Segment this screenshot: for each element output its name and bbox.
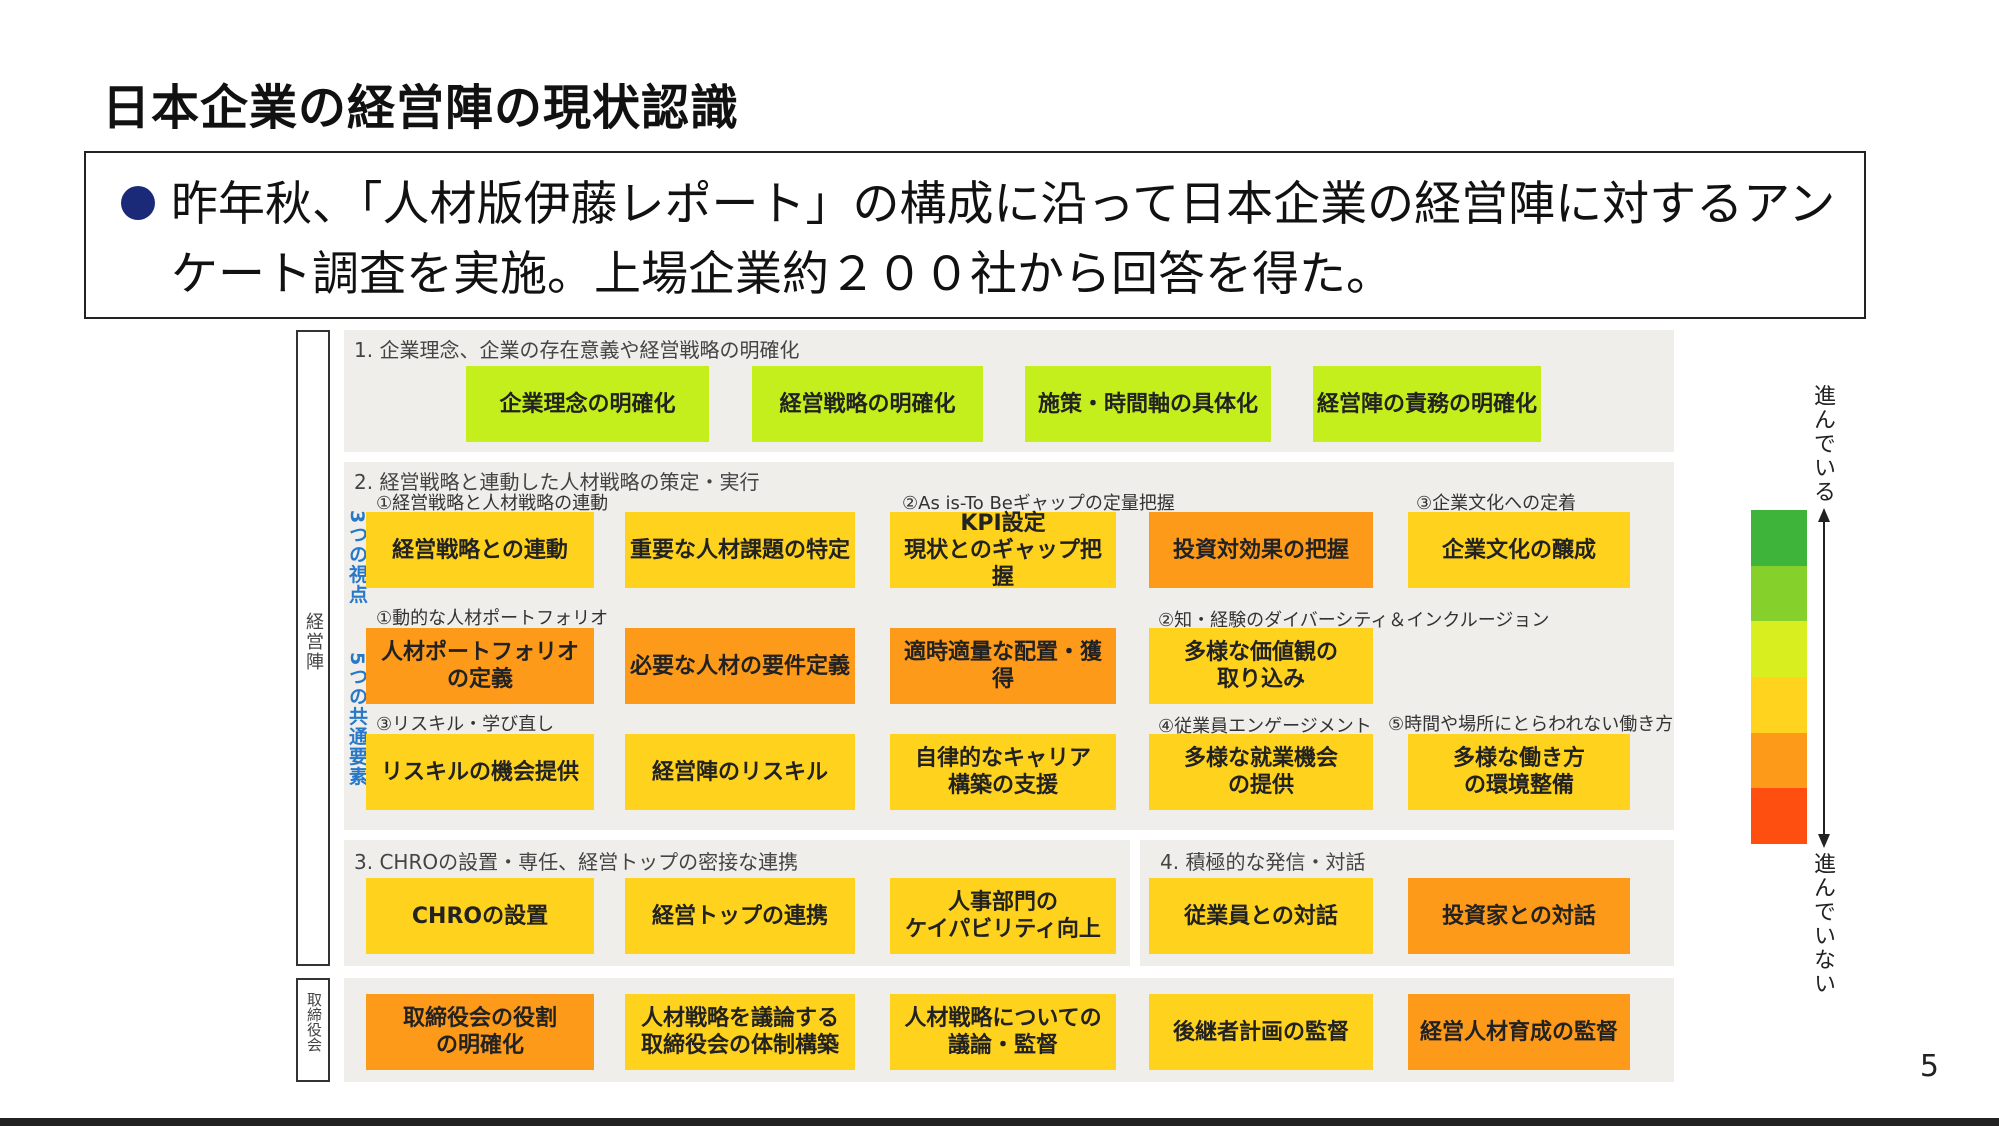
legend-segment xyxy=(1751,621,1807,678)
box-succession-oversight: 後継者計画の監督 xyxy=(1149,994,1373,1070)
box-career-support: 自律的なキャリア 構築の支援 xyxy=(890,734,1116,810)
box-chro: CHROの設置 xyxy=(366,878,594,954)
element1-label: ①動的な人材ポートフォリオ xyxy=(376,608,609,629)
legend-double-arrow xyxy=(1818,508,1830,848)
box-strategy-oversight: 人材戦略についての 議論・監督 xyxy=(890,994,1116,1070)
box-roi: 投資対効果の把握 xyxy=(1149,512,1373,588)
box-corporate-culture: 企業文化の醸成 xyxy=(1408,512,1630,588)
management-label: 経営陣 xyxy=(303,612,324,672)
box-management-strategy: 経営戦略の明確化 xyxy=(752,366,983,442)
bullet-icon xyxy=(121,186,155,220)
legend-segment xyxy=(1751,732,1807,789)
section4-heading: 4. 積極的な発信・対話 xyxy=(1160,850,1366,874)
legend-bottom-label: 進んでいない xyxy=(1810,852,1835,996)
section3-heading: 3. CHROの設置・専任、経営トップの密接な連携 xyxy=(354,850,799,874)
box-board-role: 取締役会の役割 の明確化 xyxy=(366,994,594,1070)
box-hr-issues: 重要な人材課題の特定 xyxy=(625,512,855,588)
section1-heading: 1. 企業理念、企業の存在意義や経営戦略の明確化 xyxy=(354,338,800,362)
box-top-linkage: 経営トップの連携 xyxy=(625,878,855,954)
legend-segment xyxy=(1751,510,1807,566)
summary-text: 昨年秋、「人材版伊藤レポート」の構成に沿って日本企業の経営陣に対するアンケート調… xyxy=(171,177,1836,302)
box-kpi-gap: KPI設定 現状とのギャップ把握 xyxy=(890,511,1116,590)
box-portfolio-definition: 人材ポートフォリオ の定義 xyxy=(366,628,594,704)
bottom-rule xyxy=(0,1118,1999,1126)
legend-segment xyxy=(1751,677,1807,733)
box-board-structure: 人材戦略を議論する 取締役会の体制構築 xyxy=(625,994,855,1070)
box-placement-acquisition: 適時適量な配置・獲得 xyxy=(890,628,1116,704)
box-hr-capability: 人事部門の ケイパビリティ向上 xyxy=(890,878,1116,954)
box-strategy-linkage: 経営戦略との連動 xyxy=(366,512,594,588)
element5-label: ⑤時間や場所にとらわれない働き方 xyxy=(1388,714,1674,735)
box-timeline-concretization: 施策・時間軸の具体化 xyxy=(1025,366,1271,442)
box-investor-dialogue: 投資家との対話 xyxy=(1408,878,1630,954)
box-leader-development: 経営人材育成の監督 xyxy=(1408,994,1630,1070)
board-label: 取締役会 xyxy=(305,992,323,1052)
box-employee-dialogue: 従業員との対話 xyxy=(1149,878,1373,954)
box-diverse-employment: 多様な就業機会 の提供 xyxy=(1149,734,1373,810)
legend-segment xyxy=(1751,565,1807,622)
page-title: 日本企業の経営陣の現状認識 xyxy=(102,80,740,136)
element3-label: ③リスキル・学び直し xyxy=(376,714,555,735)
box-management-duties: 経営陣の責務の明確化 xyxy=(1313,366,1541,442)
box-management-reskill: 経営陣のリスキル xyxy=(625,734,855,810)
box-corporate-philosophy: 企業理念の明確化 xyxy=(466,366,709,442)
page-number: 5 xyxy=(1919,1049,1939,1084)
box-work-environment: 多様な働き方 の環境整備 xyxy=(1408,734,1630,810)
legend-segment xyxy=(1751,788,1807,845)
legend-top-label: 進んでいる xyxy=(1810,384,1835,504)
box-diverse-values: 多様な価値観の 取り込み xyxy=(1149,628,1373,704)
box-requirement-definition: 必要な人材の要件定義 xyxy=(625,628,855,704)
legend-scale xyxy=(1751,510,1807,845)
box-reskill-opportunity: リスキルの機会提供 xyxy=(366,734,594,810)
